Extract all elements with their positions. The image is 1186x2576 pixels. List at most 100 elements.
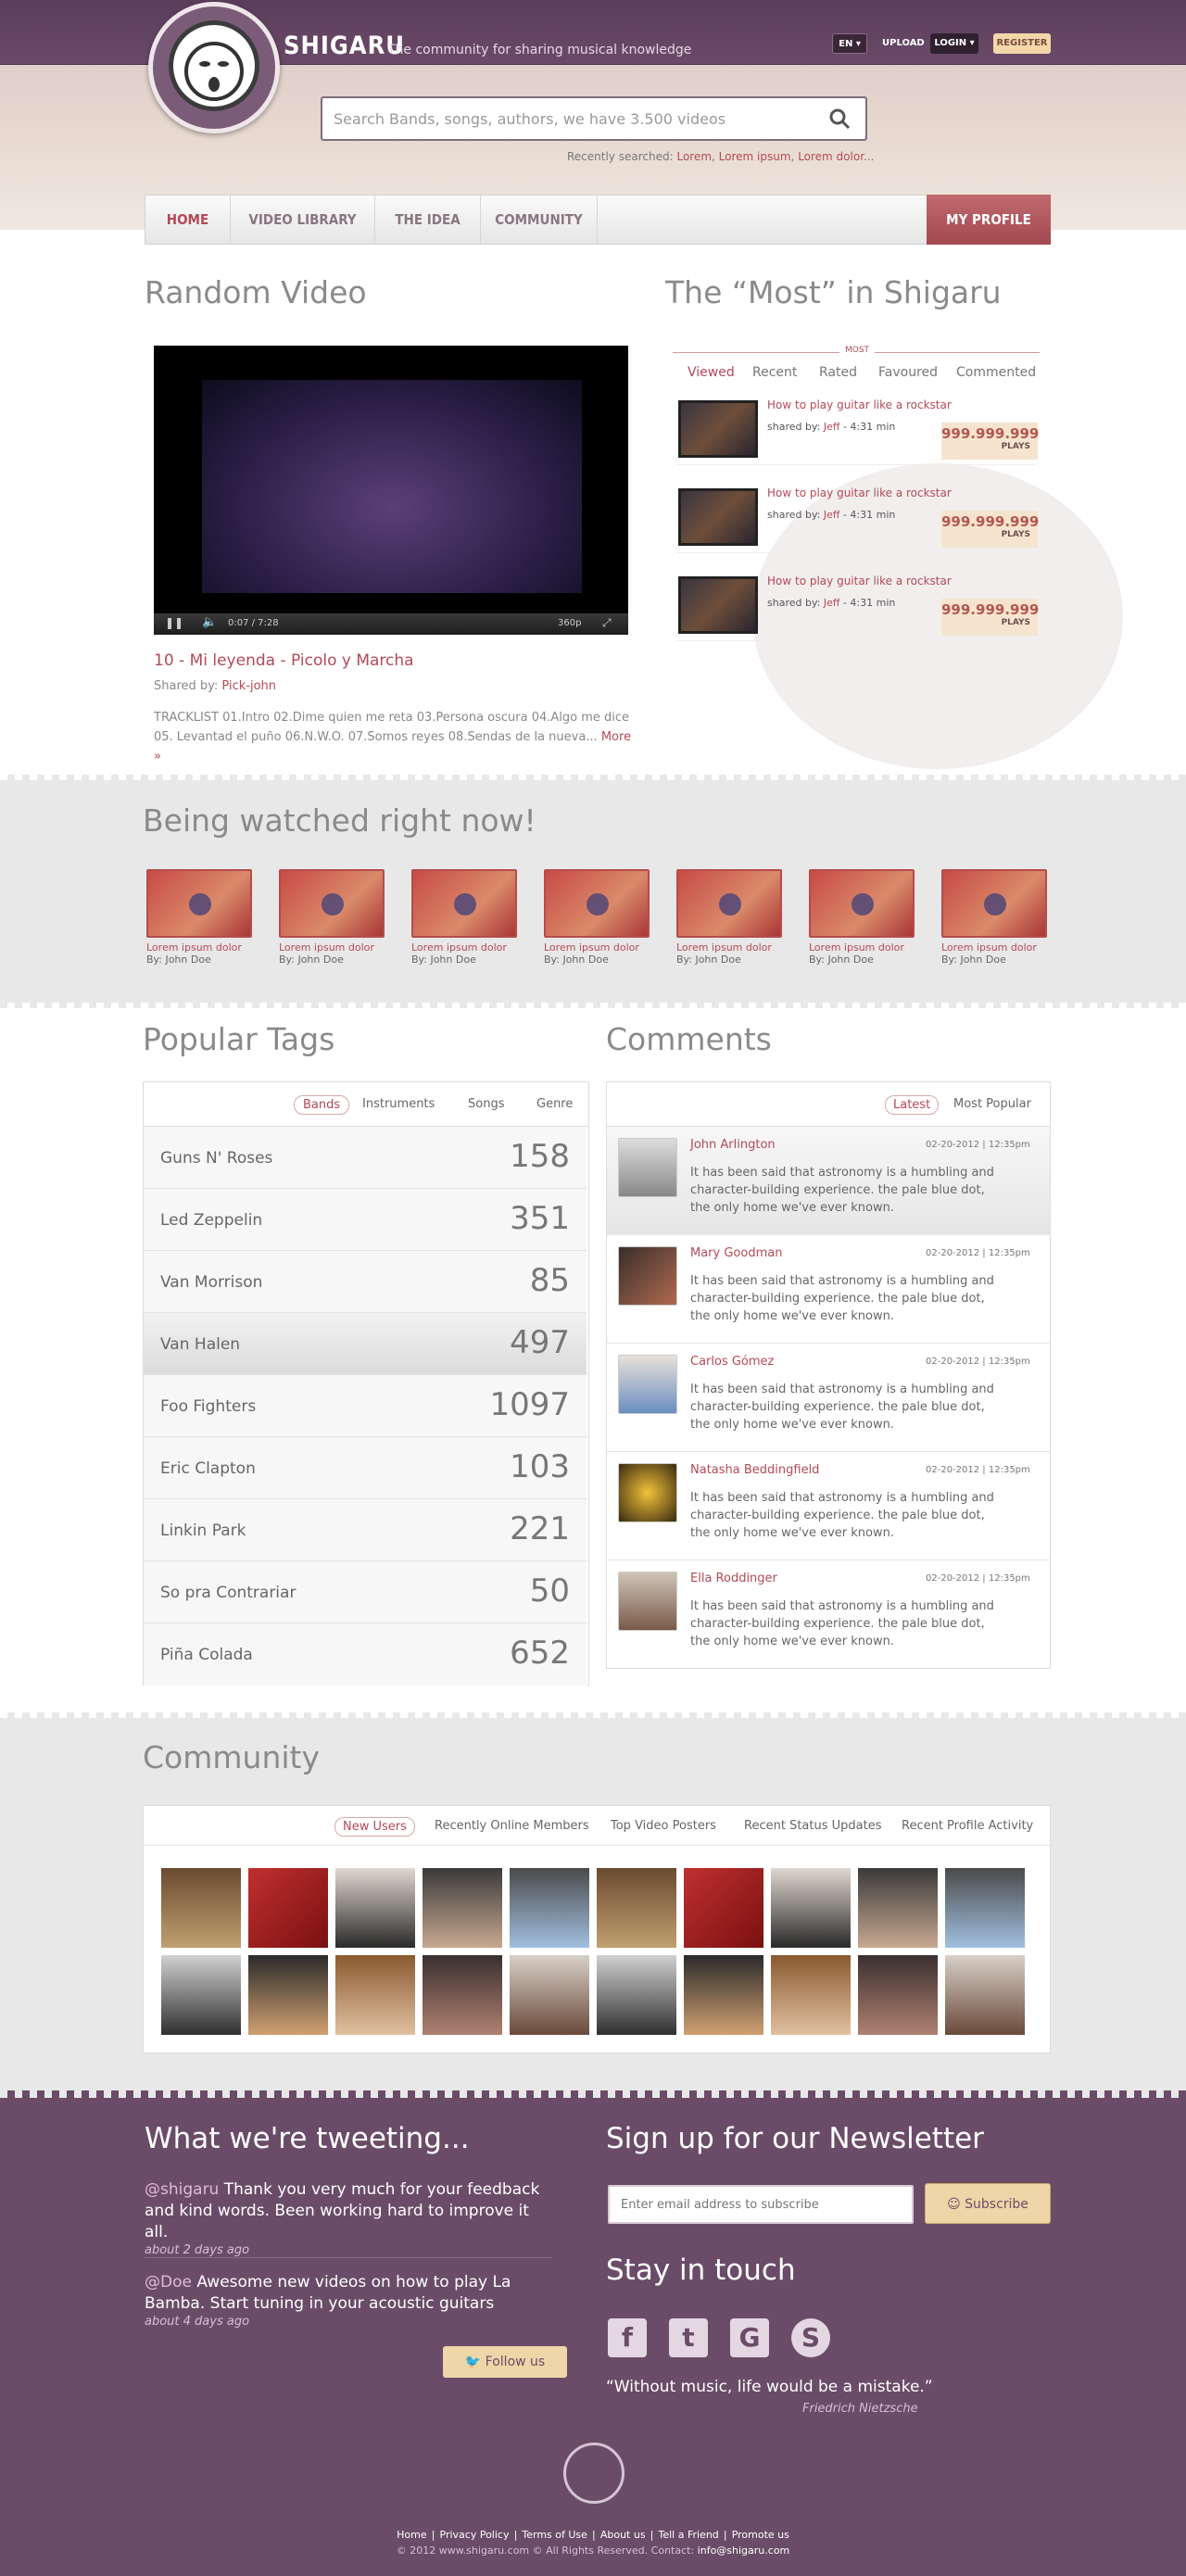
tag-row[interactable]: Guns N' Roses 158 <box>144 1127 587 1189</box>
my-profile-button[interactable]: MY PROFILE <box>927 195 1051 245</box>
most-item-title[interactable]: How to play guitar like a rockstar <box>767 486 952 499</box>
watching-item-title[interactable]: Lorem ipsum dolor <box>941 941 1047 953</box>
comment-item[interactable]: John Arlington 02-20-2012 | 12:35pm It h… <box>607 1127 1050 1235</box>
pause-icon[interactable]: ❚❚ <box>165 616 183 629</box>
most-item-title[interactable]: How to play guitar like a rockstar <box>767 575 952 587</box>
avatar[interactable] <box>596 1954 677 2036</box>
footer-link-home[interactable]: Home <box>397 2529 426 2541</box>
tweet-handle[interactable]: @shigaru <box>145 2180 219 2199</box>
facebook-icon[interactable]: f <box>608 2318 647 2357</box>
tag-row[interactable]: So pra Contrariar 50 <box>144 1561 587 1623</box>
watching-item-title[interactable]: Lorem ipsum dolor <box>411 941 517 953</box>
watching-item-title[interactable]: Lorem ipsum dolor <box>676 941 782 953</box>
tag-row[interactable]: Van Halen 497 <box>144 1313 587 1375</box>
avatar[interactable] <box>160 1954 242 2036</box>
tab-bands[interactable]: Bands <box>294 1095 350 1115</box>
google-icon[interactable]: G <box>730 2318 769 2357</box>
avatar[interactable] <box>683 1867 764 1949</box>
language-select[interactable]: EN ▾ <box>832 33 867 54</box>
comment-author[interactable]: Carlos Gómez <box>690 1355 774 1369</box>
recent-search-link[interactable]: Lorem dolor <box>798 150 864 163</box>
watching-item[interactable]: Lorem ipsum dolor By: John Doe <box>544 869 650 966</box>
tab-status-updates[interactable]: Recent Status Updates <box>744 1819 881 1833</box>
avatar[interactable] <box>770 1867 852 1949</box>
play-icon[interactable] <box>411 869 517 938</box>
stumbleupon-icon[interactable]: S <box>791 2318 830 2357</box>
avatar[interactable] <box>944 1954 1026 2036</box>
volume-icon[interactable]: 🔈 <box>202 615 217 629</box>
comment-item[interactable]: Carlos Gómez 02-20-2012 | 12:35pm It has… <box>607 1344 1050 1452</box>
video-thumbnail[interactable] <box>678 576 758 634</box>
recent-search-link[interactable]: Lorem <box>676 150 712 163</box>
avatar[interactable] <box>857 1867 939 1949</box>
most-item[interactable]: How to play guitar like a rockstar share… <box>676 393 1039 465</box>
avatar[interactable] <box>422 1954 503 2036</box>
user-link[interactable]: Jeff <box>824 421 840 433</box>
tab-recently-online[interactable]: Recently Online Members <box>435 1819 589 1833</box>
footer-link-privacy[interactable]: Privacy Policy <box>440 2529 510 2541</box>
nav-community[interactable]: COMMUNITY <box>481 196 598 244</box>
comment-item[interactable]: Ella Roddinger 02-20-2012 | 12:35pm It h… <box>607 1560 1050 1669</box>
most-item[interactable]: How to play guitar like a rockstar share… <box>676 481 1039 553</box>
watching-item[interactable]: Lorem ipsum dolor By: John Doe <box>809 869 915 966</box>
avatar[interactable] <box>422 1867 503 1949</box>
avatar[interactable] <box>160 1867 242 1949</box>
avatar[interactable] <box>596 1867 677 1949</box>
twitter-icon[interactable]: t <box>669 2318 708 2357</box>
play-icon[interactable] <box>676 869 782 938</box>
comment-author[interactable]: Ella Roddinger <box>690 1572 777 1585</box>
tag-row[interactable]: Piña Colada 652 <box>144 1623 587 1686</box>
tab-songs[interactable]: Songs <box>468 1097 504 1111</box>
video-title[interactable]: 10 - Mi leyenda - Picolo y Marcha <box>154 651 414 670</box>
search-icon[interactable] <box>828 107 851 130</box>
follow-button[interactable]: 🐦 Follow us <box>443 2346 567 2378</box>
play-icon[interactable] <box>544 869 650 938</box>
user-link[interactable]: Jeff <box>824 597 840 609</box>
comment-author[interactable]: Mary Goodman <box>690 1246 782 1260</box>
watching-item-title[interactable]: Lorem ipsum dolor <box>279 941 385 953</box>
tweet-handle[interactable]: @Doe <box>145 2273 192 2292</box>
tag-row[interactable]: Linkin Park 221 <box>144 1499 587 1561</box>
search-input[interactable] <box>334 107 815 130</box>
watching-item[interactable]: Lorem ipsum dolor By: John Doe <box>411 869 517 966</box>
avatar[interactable] <box>770 1954 852 2036</box>
video-thumbnail[interactable] <box>678 488 758 546</box>
play-icon[interactable] <box>146 869 252 938</box>
email-field[interactable] <box>608 2185 914 2224</box>
avatar[interactable] <box>618 1355 677 1414</box>
avatar[interactable] <box>944 1867 1026 1949</box>
avatar[interactable] <box>509 1954 590 2036</box>
avatar[interactable] <box>509 1867 590 1949</box>
tab-most-popular[interactable]: Most Popular <box>953 1097 1031 1111</box>
video-thumbnail[interactable] <box>678 400 758 458</box>
most-tab-favoured[interactable]: Favoured <box>878 365 938 380</box>
most-item[interactable]: How to play guitar like a rockstar share… <box>676 569 1039 641</box>
tab-profile-activity[interactable]: Recent Profile Activity <box>902 1819 1033 1833</box>
watching-item-title[interactable]: Lorem ipsum dolor <box>544 941 650 953</box>
comment-author[interactable]: John Arlington <box>690 1138 776 1152</box>
avatar[interactable] <box>857 1954 939 2036</box>
most-tab-viewed[interactable]: Viewed <box>688 365 735 380</box>
footer-link-tell-friend[interactable]: Tell a Friend <box>658 2529 718 2541</box>
avatar[interactable] <box>247 1867 329 1949</box>
tag-row[interactable]: Eric Clapton 103 <box>144 1437 587 1499</box>
most-item-title[interactable]: How to play guitar like a rockstar <box>767 398 952 411</box>
avatar[interactable] <box>683 1954 764 2036</box>
avatar[interactable] <box>334 1954 416 2036</box>
tab-new-users[interactable]: New Users <box>334 1817 415 1837</box>
subscribe-button[interactable]: ☺ Subscribe <box>925 2183 1051 2224</box>
shared-user-link[interactable]: Pick-john <box>221 679 276 693</box>
upload-link[interactable]: UPLOAD <box>882 33 925 54</box>
tag-row[interactable]: Foo Fighters 1097 <box>144 1375 587 1437</box>
most-tab-recent[interactable]: Recent <box>752 365 797 380</box>
tab-instruments[interactable]: Instruments <box>362 1097 435 1111</box>
tab-top-video-posters[interactable]: Top Video Posters <box>611 1819 716 1833</box>
watching-item-title[interactable]: Lorem ipsum dolor <box>146 941 252 953</box>
watching-item[interactable]: Lorem ipsum dolor By: John Doe <box>676 869 782 966</box>
register-button[interactable]: REGISTER <box>993 33 1051 54</box>
quality-button[interactable]: 360p <box>558 618 581 628</box>
tag-row[interactable]: Van Morrison 85 <box>144 1251 587 1313</box>
tag-row[interactable]: Led Zeppelin 351 <box>144 1189 587 1251</box>
recent-search-link[interactable]: Lorem ipsum <box>719 150 791 163</box>
login-button[interactable]: LOGIN ▾ <box>930 33 978 54</box>
